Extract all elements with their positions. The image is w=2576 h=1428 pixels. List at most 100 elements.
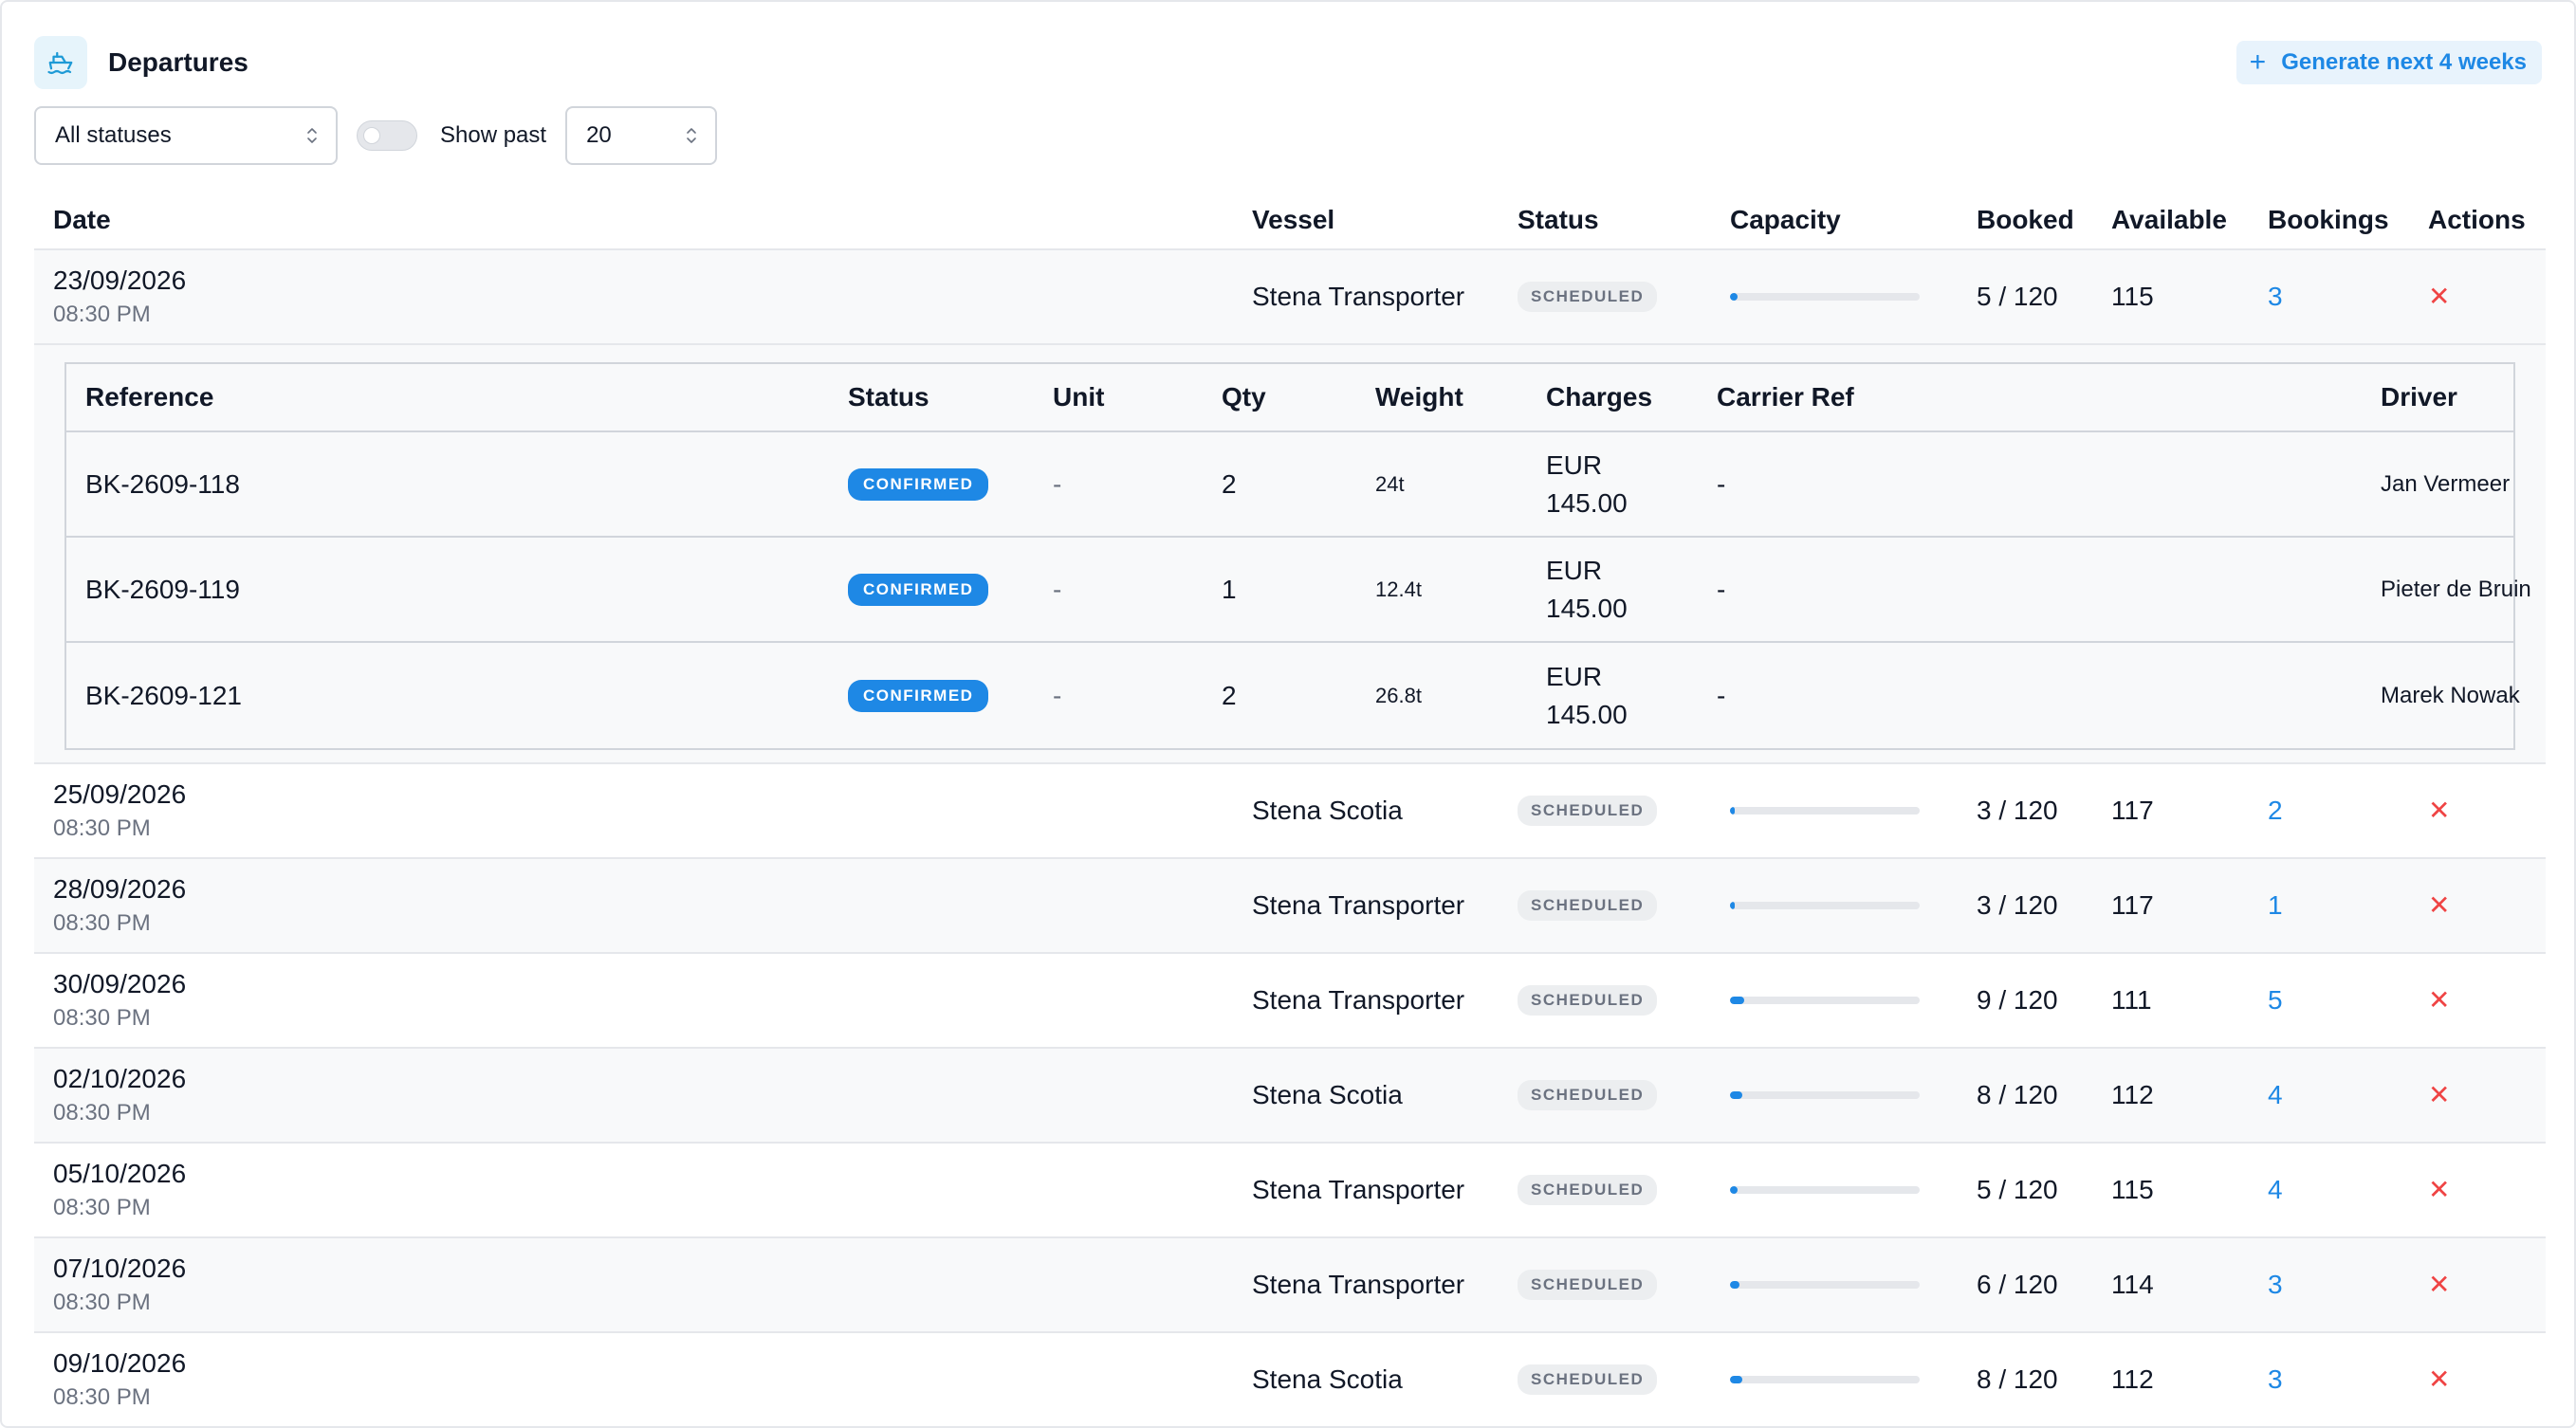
bookings-count-link[interactable]: 1	[2268, 890, 2283, 921]
booking-qty: 2	[1222, 468, 1237, 499]
booking-row[interactable]: BK-2609-119 CONFIRMED - 1 12.4t EUR 145.…	[66, 538, 2531, 643]
cancel-departure-icon[interactable]: ✕	[2428, 797, 2450, 824]
available-count: 117	[2111, 796, 2154, 825]
available-count: 111	[2111, 985, 2152, 1015]
page-size-value: 20	[586, 122, 612, 148]
booking-status-cell: CONFIRMED	[848, 432, 989, 536]
booking-unit: -	[1053, 468, 1062, 499]
booking-status-badge: CONFIRMED	[848, 679, 989, 712]
cancel-departure-icon[interactable]: ✕	[2428, 892, 2450, 919]
booking-amount: 145.00	[1546, 699, 1628, 729]
booked-count: 3 / 120	[1977, 890, 2058, 920]
bookings-cell: 5	[2268, 954, 2283, 1047]
booking-row[interactable]: BK-2609-121 CONFIRMED - 2 26.8t EUR 145.…	[66, 643, 2520, 748]
cancel-departure-icon[interactable]: ✕	[2428, 987, 2450, 1014]
table-row[interactable]: 28/09/2026 08:30 PM Stena Transporter SC…	[34, 859, 2546, 954]
col-vessel[interactable]: Vessel	[1252, 192, 1334, 248]
capacity-bar	[1730, 1186, 1920, 1194]
vessel-name: Stena Scotia	[1252, 796, 1403, 825]
col-actions: Actions	[2428, 205, 2526, 234]
booked-count: 6 / 120	[1977, 1270, 2058, 1299]
booking-weight: 26.8t	[1375, 683, 1422, 707]
col-bookings[interactable]: Bookings	[2268, 192, 2389, 248]
status-cell: SCHEDULED	[1518, 250, 1658, 343]
status-cell: SCHEDULED	[1518, 1144, 1658, 1236]
booking-status-badge: CONFIRMED	[848, 467, 989, 501]
actions-cell: ✕	[2428, 250, 2450, 343]
vessel-name: Stena Scotia	[1252, 1080, 1403, 1109]
bookings-cell: 2	[2268, 764, 2283, 857]
generate-weeks-label: Generate next 4 weeks	[2281, 49, 2527, 75]
table-row[interactable]: 09/10/2026 08:30 PM Stena Scotia SCHEDUL…	[34, 1333, 2546, 1426]
booking-currency: EUR	[1546, 661, 1603, 691]
capacity-cell	[1730, 954, 1920, 1047]
cancel-departure-icon[interactable]: ✕	[2428, 1177, 2450, 1203]
booking-driver: Pieter de Bruin	[2381, 576, 2531, 602]
booking-driver: Jan Vermeer	[2381, 470, 2511, 497]
departure-time: 08:30 PM	[53, 1290, 151, 1315]
bookings-count-link[interactable]: 3	[2268, 1364, 2283, 1395]
col-booking-status: Status	[848, 382, 929, 412]
col-reference: Reference	[85, 382, 214, 412]
col-weight: Weight	[1375, 382, 1463, 412]
booking-unit: -	[1053, 680, 1062, 710]
table-row[interactable]: 30/09/2026 08:30 PM Stena Transporter SC…	[34, 954, 2546, 1049]
cancel-departure-icon[interactable]: ✕	[2428, 1366, 2450, 1393]
available-count: 114	[2111, 1270, 2154, 1299]
booking-amount: 145.00	[1546, 593, 1628, 623]
departure-time: 08:30 PM	[53, 302, 151, 327]
booked-count: 8 / 120	[1977, 1080, 2058, 1109]
date-cell: 02/10/2026 08:30 PM	[53, 1049, 186, 1142]
booking-qty: 1	[1222, 574, 1237, 604]
capacity-bar	[1730, 1376, 1920, 1383]
page-size-select[interactable]: 20	[565, 106, 718, 165]
available-count: 112	[2111, 1080, 2154, 1109]
capacity-bar-fill	[1730, 902, 1735, 909]
bookings-count-link[interactable]: 2	[2268, 796, 2283, 826]
table-row[interactable]: 23/09/2026 08:30 PM Stena Transporter SC…	[34, 250, 2546, 345]
departures-body: 23/09/2026 08:30 PM Stena Transporter SC…	[34, 250, 2546, 1426]
bookings-count-link[interactable]: 4	[2268, 1175, 2283, 1205]
col-capacity[interactable]: Capacity	[1730, 192, 1841, 248]
bookings-count-link[interactable]: 3	[2268, 1270, 2283, 1300]
departures-panel: Departures + Generate next 4 weeks All s…	[0, 0, 2576, 1428]
capacity-bar	[1730, 293, 1920, 301]
col-date[interactable]: Date	[53, 192, 111, 248]
table-row[interactable]: 25/09/2026 08:30 PM Stena Scotia SCHEDUL…	[34, 764, 2546, 859]
status-filter-value: All statuses	[55, 122, 172, 148]
booking-row[interactable]: BK-2609-118 CONFIRMED - 2 24t EUR 145.00…	[66, 432, 2513, 538]
generate-weeks-button[interactable]: + Generate next 4 weeks	[2236, 41, 2542, 84]
bookings-count-link[interactable]: 4	[2268, 1080, 2283, 1110]
table-row[interactable]: 02/10/2026 08:30 PM Stena Scotia SCHEDUL…	[34, 1049, 2546, 1144]
status-badge: SCHEDULED	[1518, 282, 1658, 312]
booking-currency: EUR	[1546, 449, 1603, 480]
booking-currency: EUR	[1546, 555, 1603, 585]
departure-date: 23/09/2026	[53, 265, 187, 295]
col-charges: Charges	[1546, 382, 1653, 412]
vessel-name: Stena Transporter	[1252, 890, 1465, 920]
table-row[interactable]: 05/10/2026 08:30 PM Stena Transporter SC…	[34, 1144, 2546, 1238]
show-past-label: Show past	[440, 122, 547, 148]
capacity-bar-fill	[1730, 293, 1739, 301]
col-available[interactable]: Available	[2111, 192, 2227, 248]
booking-amount: 145.00	[1546, 487, 1628, 518]
status-badge: SCHEDULED	[1518, 1270, 1658, 1300]
bookings-count-link[interactable]: 5	[2268, 985, 2283, 1016]
booking-charges: EUR 145.00	[1546, 432, 1628, 536]
status-cell: SCHEDULED	[1518, 1049, 1658, 1142]
cancel-departure-icon[interactable]: ✕	[2428, 1082, 2450, 1108]
cancel-departure-icon[interactable]: ✕	[2428, 1272, 2450, 1298]
col-unit: Unit	[1053, 382, 1105, 412]
departures-table: Date Vessel Status Capacity Booked Avail…	[34, 192, 2546, 1426]
col-status[interactable]: Status	[1518, 192, 1599, 248]
show-past-toggle[interactable]	[357, 120, 417, 151]
booking-charges: EUR 145.00	[1546, 643, 1628, 748]
bookings-count-link[interactable]: 3	[2268, 282, 2283, 312]
col-booked[interactable]: Booked	[1977, 192, 2074, 248]
actions-cell: ✕	[2428, 1049, 2450, 1142]
capacity-bar-fill	[1730, 997, 1744, 1004]
table-row[interactable]: 07/10/2026 08:30 PM Stena Transporter SC…	[34, 1238, 2546, 1333]
actions-cell: ✕	[2428, 1144, 2450, 1236]
cancel-departure-icon[interactable]: ✕	[2428, 284, 2450, 310]
status-filter-select[interactable]: All statuses	[34, 106, 338, 165]
